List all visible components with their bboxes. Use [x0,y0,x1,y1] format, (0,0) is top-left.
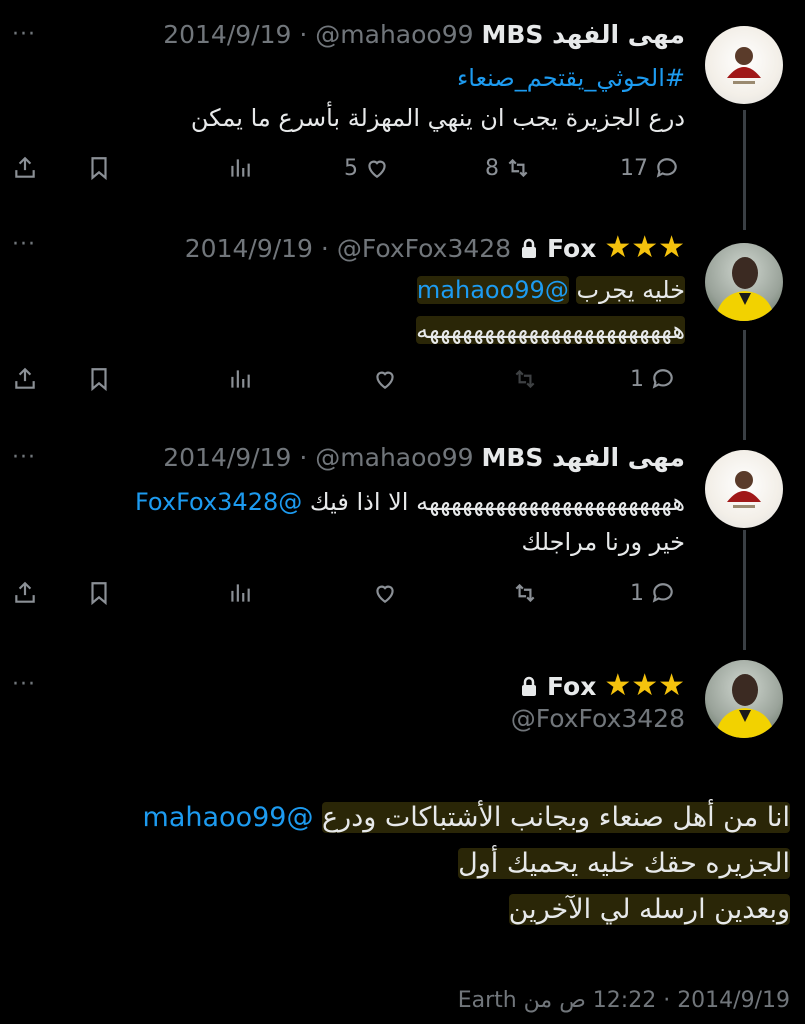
display-name[interactable]: Fox [547,234,596,263]
thread-line [743,110,746,230]
like-button[interactable] [372,366,398,392]
reply-icon [656,158,677,178]
tweet-date: 2014/9/19 [163,20,292,49]
views-button[interactable] [227,366,253,392]
star-emoji: ★★★ [604,668,685,703]
tweet-text: انا من أهل صنعاء وبجانب الأشتباكات ودرع [322,802,790,833]
mention-link[interactable]: @FoxFox3428 [135,488,302,516]
tweet-text: الجزيره حقك خليه يحميك أول [458,848,790,879]
reply-count: 1 [630,366,644,392]
profile-photo-icon [715,257,775,321]
like-button[interactable]: 5 [344,155,390,181]
bookmark-icon [91,368,107,392]
user-handle[interactable]: @FoxFox3428 [300,704,685,733]
bookmark-button[interactable] [86,366,112,392]
bookmark-button[interactable] [86,155,112,181]
bookmark-button[interactable] [86,580,112,606]
avatar[interactable] [705,450,783,528]
tweet-text: درع الجزيرة يجب ان ينهي المهزلة بأسرع ما… [190,104,685,132]
star-emoji: ★★★ [604,230,685,265]
retweet-count: 8 [485,155,499,181]
display-name[interactable]: Fox [547,672,596,701]
share-icon [15,156,35,178]
separator: · [299,20,308,49]
more-options-button[interactable]: ··· [12,22,36,47]
tweet-text: هههههههههههههههههههههههه [416,316,685,344]
views-button[interactable] [227,580,253,606]
share-button[interactable] [12,580,38,606]
retweet-button[interactable]: 8 [485,155,531,181]
retweet-button[interactable] [512,580,538,606]
more-options-button[interactable]: ··· [12,445,36,470]
heart-icon [368,160,386,178]
lock-icon [519,234,539,263]
user-handle[interactable]: @mahaoo99 [315,443,473,472]
share-icon [15,581,35,603]
tweet-text: هههههههههههههههههههههههه الا اذا فيك [309,488,685,516]
tweet-text: وبعدين ارسله لي الآخرين [508,894,790,925]
heart-icon [376,585,394,603]
like-count: 5 [344,155,358,181]
like-button[interactable] [372,580,398,606]
thread-line [743,330,746,440]
share-icon [15,367,35,389]
analytics-icon [231,159,250,177]
retweet-icon [515,583,535,603]
display-name[interactable]: مهى الفهد MBS [481,443,685,472]
bookmark-icon [91,582,107,606]
display-name[interactable]: مهى الفهد MBS [481,20,685,49]
profile-photo-icon [715,674,775,738]
analytics-icon [231,584,250,602]
avatar[interactable] [705,26,783,104]
reply-count: 1 [630,580,644,606]
bookmark-icon [91,157,107,181]
tweet-text: خليه يجرب [576,276,685,304]
profile-photo-icon [727,47,761,84]
lock-icon [519,672,539,701]
analytics-icon [231,370,250,388]
user-handle[interactable]: @mahaoo99 [315,20,473,49]
thread-line [743,530,746,650]
separator: · [320,234,329,263]
retweet-icon [508,158,528,178]
reply-button[interactable]: 1 [630,366,676,392]
heart-icon [376,371,394,389]
reply-count: 17 [620,155,648,181]
mention-link[interactable]: @mahaoo99 [416,276,569,304]
tweet-text: خير ورنا مراجلك [521,528,685,556]
mention-link[interactable]: @mahaoo99 [143,802,314,833]
reply-icon [652,583,673,603]
separator: · [299,443,308,472]
tweet-date: 2014/9/19 [184,234,313,263]
more-options-button[interactable]: ··· [12,672,36,697]
avatar[interactable] [705,243,783,321]
share-button[interactable] [12,366,38,392]
views-button[interactable] [227,155,253,181]
reply-button[interactable]: 1 [630,580,676,606]
more-options-button[interactable]: ··· [12,232,36,257]
reply-button[interactable]: 17 [620,155,680,181]
retweet-button[interactable] [512,366,538,392]
user-handle[interactable]: @FoxFox3428 [337,234,511,263]
share-button[interactable] [12,155,38,181]
profile-photo-icon [727,471,761,508]
hashtag-link[interactable]: #الحوثي_يقتحم_صنعاء [125,58,685,98]
avatar[interactable] [705,660,783,738]
tweet-timestamp[interactable]: 2014/9/19 · 12:22 ص من Earth [380,988,790,1013]
reply-icon [652,369,673,389]
retweet-icon [515,369,535,389]
tweet-date: 2014/9/19 [163,443,292,472]
